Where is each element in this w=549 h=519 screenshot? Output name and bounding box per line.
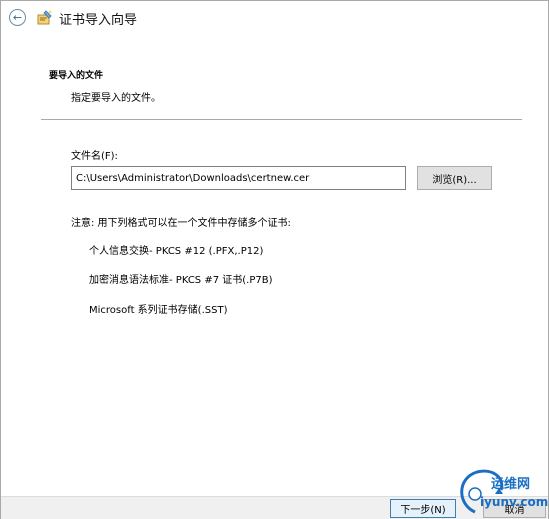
format-note: 注意: 用下列格式可以在一个文件中存储多个证书: [71,218,291,229]
page-subheading: 指定要导入的文件。 [71,93,161,104]
back-arrow-icon: ← [12,11,23,24]
browse-button[interactable]: 浏览(R)... [417,166,492,190]
format-item-sst: Microsoft 系列证书存储(.SST) [89,305,228,316]
next-button[interactable]: 下一步(N) [390,499,456,518]
format-item-p7b: 加密消息语法标准- PKCS #7 证书(.P7B) [89,275,273,286]
back-button[interactable]: ← [9,9,26,26]
window-title: 证书导入向导 [59,13,138,28]
page-heading: 要导入的文件 [49,71,104,81]
wizard-window: ← 证书导入向导 要导入的文件 指定要导入的文件。 文件名(F): 浏览(R).… [0,0,549,519]
title-bar: ← 证书导入向导 [1,1,548,35]
watermark-text: 运维网 [491,477,531,492]
certificate-wizard-icon [37,10,52,25]
format-item-pfx: 个人信息交换- PKCS #12 (.PFX,.P12) [89,246,264,257]
header-divider [41,119,522,120]
file-name-input[interactable] [71,166,406,190]
file-name-label: 文件名(F): [71,151,118,162]
watermark-domain: iyunv.com [480,495,549,509]
